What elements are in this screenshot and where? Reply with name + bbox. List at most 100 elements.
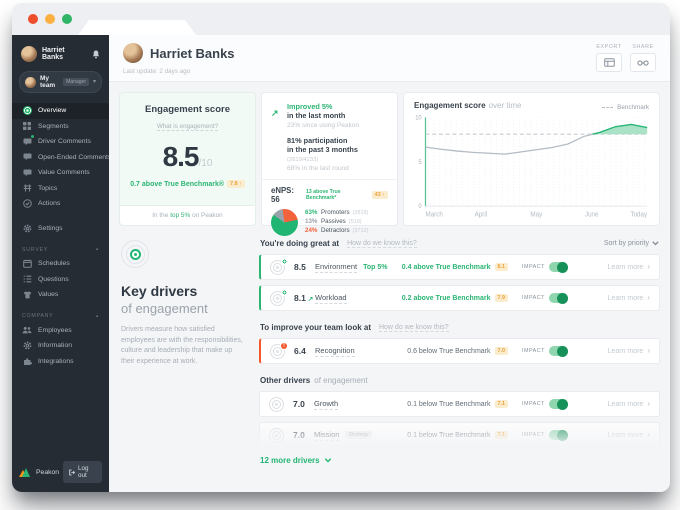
driver-row-mission[interactable]: 7.0 Mission Strategy 0.1 below True Bench…	[259, 422, 660, 448]
sidebar-item-questions[interactable]: Questions	[12, 272, 109, 288]
impact-toggle[interactable]	[548, 261, 568, 273]
driver-score: 8.5	[294, 262, 306, 272]
sidebar-item-employees[interactable]: Employees	[12, 323, 109, 339]
section-other-drivers: Other drivers of engagement	[260, 376, 368, 385]
top-5-tag: Top 5%	[363, 263, 388, 271]
learn-more-link[interactable]: Learn more ›	[584, 400, 650, 408]
share-button[interactable]	[630, 53, 656, 72]
sidebar-item-information[interactable]: Information	[12, 338, 109, 354]
driver-name[interactable]: Growth	[314, 399, 339, 410]
driver-benchmark-note: 0.4 above True Benchmark	[401, 263, 491, 271]
improved-title: Improved 5%	[287, 102, 333, 111]
logout-button[interactable]: Log out	[63, 461, 102, 483]
driver-name[interactable]: Mission	[314, 430, 340, 441]
chevron-up-icon: ▴	[95, 312, 99, 318]
how-do-we-know-link[interactable]: How do we know this?	[347, 240, 417, 248]
sidebar-footer: Peakon Log out	[12, 452, 109, 492]
more-drivers-link[interactable]: 12 more drivers	[260, 456, 660, 465]
sidebar-section-company[interactable]: COMPANY ▴	[12, 310, 109, 323]
chevron-up-icon: ▴	[95, 246, 99, 252]
app-window: Harriet Banks My team Manager ▾ Overview	[12, 3, 670, 492]
driver-benchmark-note: 0.1 below True Benchmark	[407, 400, 491, 408]
minimize-window-button[interactable]	[45, 14, 55, 24]
how-do-we-know-link[interactable]: How do we know this?	[378, 324, 449, 332]
top-percent-highlight: top 5%	[170, 212, 191, 219]
sidebar-section-survey[interactable]: SURVEY ▴	[12, 243, 109, 256]
export-button[interactable]	[596, 53, 622, 72]
sidebar-item-actions[interactable]: Actions	[12, 196, 109, 212]
sidebar-item-settings[interactable]: Settings	[12, 221, 109, 237]
stack-icon	[22, 183, 32, 193]
driver-name[interactable]: Recognition	[315, 346, 355, 357]
trend-up-icon: ↗	[307, 296, 314, 303]
list-icon	[22, 274, 32, 284]
sidebar-item-value-comments[interactable]: Value Comments	[12, 165, 109, 181]
main-area: Harriet Banks Last update: 2 days ago EX…	[109, 35, 670, 492]
sidebar-user-name: Harriet Banks	[42, 47, 65, 61]
link-icon	[637, 59, 649, 66]
legend-promoters: 63% Promoters (2819)	[305, 209, 369, 216]
sidebar-item-driver-comments[interactable]: Driver Comments	[12, 133, 109, 150]
svg-text:April: April	[475, 211, 488, 218]
driver-name[interactable]: Workload	[315, 293, 347, 304]
improved-sub: in the last month	[287, 111, 346, 120]
participation-count: (2819/4233)	[287, 157, 319, 163]
browser-tab[interactable]	[78, 20, 196, 35]
sidebar-item-integrations[interactable]: Integrations	[12, 354, 109, 370]
chevron-down-icon	[652, 241, 659, 246]
driver-row-growth[interactable]: 7.0 Growth 0.1 below True Benchmark 7.1 I…	[259, 391, 660, 417]
key-drivers-heading: Key drivers	[121, 283, 198, 299]
impact-toggle[interactable]	[548, 429, 568, 441]
score-card-footer: In the top 5% on Peakon	[120, 205, 255, 225]
impact-toggle[interactable]	[548, 398, 568, 410]
driver-benchmark-badge: 8.1	[494, 263, 508, 271]
driver-ripple-icon: !	[270, 341, 288, 359]
notifications-bell-icon[interactable]	[92, 50, 100, 59]
what-is-engagement-link[interactable]: What is engagement?	[156, 123, 219, 131]
trend-chart-svg: 0 5 10 March April May June Today	[415, 115, 648, 218]
sidebar-item-overview[interactable]: Overview	[12, 103, 109, 119]
driver-name[interactable]: Environment	[315, 262, 358, 273]
zoom-window-button[interactable]	[62, 14, 72, 24]
chevron-right-icon: ›	[647, 262, 650, 271]
learn-more-link[interactable]: Learn more ›	[584, 431, 650, 439]
export-label: EXPORT	[596, 44, 622, 50]
exit-icon	[69, 469, 76, 475]
sidebar-user[interactable]: Harriet Banks	[12, 35, 109, 69]
enps-benchmark-badge: 43 ↑	[371, 191, 388, 199]
driver-score: 6.4	[294, 346, 306, 356]
driver-ripple-icon	[269, 396, 284, 412]
browser-titlebar	[12, 3, 670, 35]
enps-score: eNPS: 56	[271, 186, 294, 204]
sidebar-item-schedules[interactable]: Schedules	[12, 256, 109, 272]
svg-text:0: 0	[418, 204, 422, 210]
trend-title: Engagement score	[414, 101, 486, 110]
team-selector[interactable]: My team Manager ▾	[19, 71, 102, 93]
key-drivers-description: Drivers measure how satisfied employees …	[121, 326, 243, 365]
speech-bubble-icon	[22, 152, 32, 162]
learn-more-link[interactable]: Learn more ›	[584, 347, 650, 355]
driver-row-workload[interactable]: 8.1 ↗ Workload 0.2 above True Benchmark 7.…	[259, 285, 660, 311]
impact-label: IMPACT	[522, 295, 545, 301]
improvement-stat: ↗ Improved 5% in the last month 23% sinc…	[262, 102, 397, 129]
sidebar-item-values[interactable]: Values	[12, 287, 109, 303]
sort-by-priority-dropdown[interactable]: Sort by priority	[604, 240, 659, 247]
learn-more-link[interactable]: Learn more ›	[584, 294, 650, 302]
engagement-score-value: 8.5/10	[162, 141, 213, 172]
sidebar-item-segments[interactable]: Segments	[12, 119, 109, 135]
driver-score: 8.1 ↗	[294, 293, 314, 303]
sidebar-item-topics[interactable]: Topics	[12, 181, 109, 197]
driver-benchmark-badge: 7.9	[494, 294, 508, 302]
driver-benchmark-note: 0.1 below True Benchmark	[407, 431, 491, 439]
sidebar-item-open-ended-comments[interactable]: Open-Ended Comments	[12, 150, 111, 166]
driver-row-environment[interactable]: 8.5 Environment Top 5% 0.4 above True Ben…	[259, 254, 660, 280]
driver-row-recognition[interactable]: ! 6.4 Recognition 0.6 below True Benchma…	[259, 338, 660, 364]
impact-toggle[interactable]	[548, 345, 568, 357]
user-avatar	[21, 46, 37, 62]
close-window-button[interactable]	[28, 14, 38, 24]
team-label: My team	[40, 75, 56, 89]
learn-more-link[interactable]: Learn more ›	[584, 263, 650, 271]
section-to-improve: To improve your team look at How do we k…	[260, 323, 449, 332]
impact-toggle[interactable]	[548, 292, 568, 304]
driver-benchmark-note: 0.6 below True Benchmark	[407, 347, 491, 355]
